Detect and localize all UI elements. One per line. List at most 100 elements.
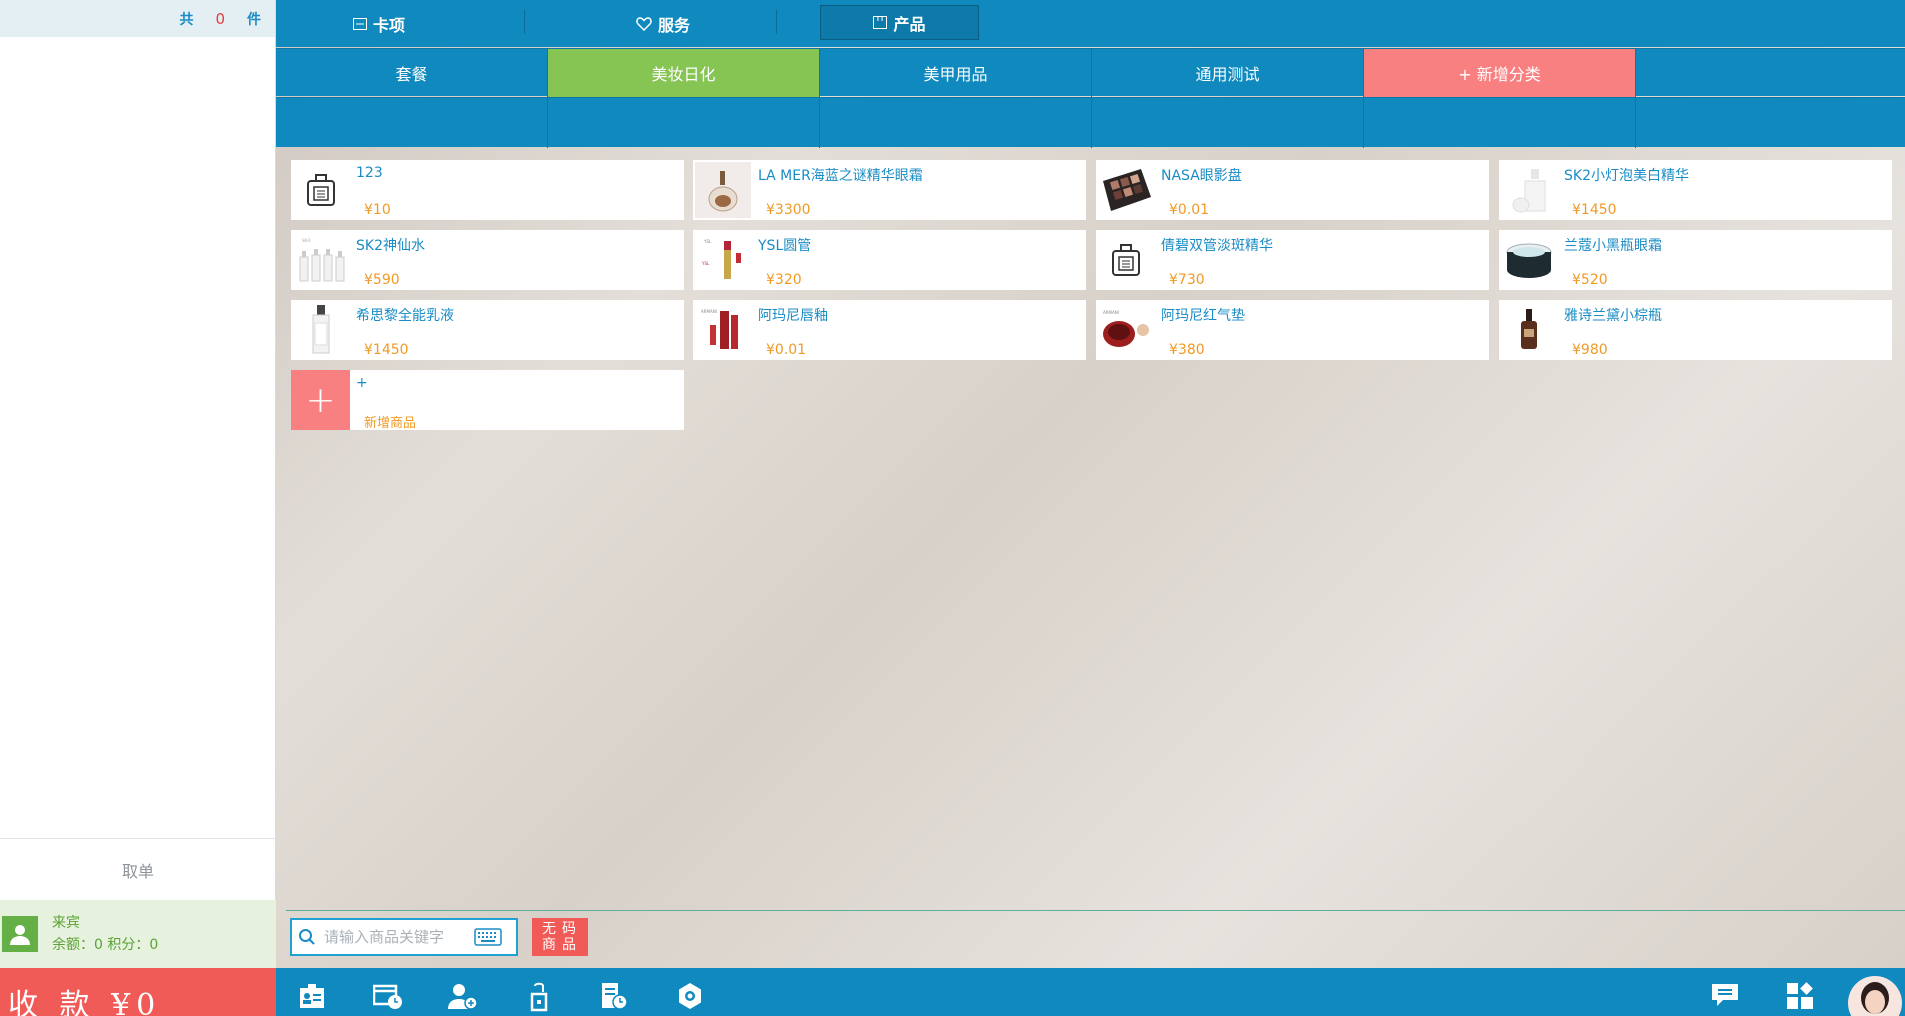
tab-card-label: 卡项 bbox=[372, 15, 405, 35]
no-barcode-product-button[interactable]: 无码商品 bbox=[532, 918, 588, 956]
product-name: 倩碧双管淡斑精华 bbox=[1161, 238, 1273, 254]
svg-text:SK-II: SK-II bbox=[302, 238, 311, 243]
category-tongyong[interactable]: 通用测试 bbox=[1092, 49, 1364, 97]
keyboard-icon[interactable] bbox=[474, 928, 502, 946]
main-area: 卡项 服务 产品 套餐 美妆日化 美甲用品 通用测试 + 新增分类 123 ¥1 bbox=[276, 0, 1905, 1016]
subcategory-bar bbox=[276, 97, 1905, 148]
product-card[interactable]: 兰蔻小黑瓶眼霜 ¥520 bbox=[1499, 230, 1892, 290]
tab-product[interactable]: 产品 bbox=[820, 5, 979, 40]
svg-text:ARMANI: ARMANI bbox=[1103, 310, 1119, 315]
brown-bottle-image bbox=[1501, 302, 1557, 358]
perfume-bottle-icon bbox=[1098, 232, 1154, 288]
top-tabs: 卡项 服务 产品 bbox=[276, 0, 1905, 47]
product-card[interactable]: ARMANI 阿玛尼唇釉 ¥0.01 bbox=[693, 300, 1086, 360]
add-category-button[interactable]: + 新增分类 bbox=[1364, 49, 1636, 97]
add-product-card[interactable]: + + 新增商品 bbox=[291, 370, 684, 431]
category-taocan[interactable]: 套餐 bbox=[276, 49, 548, 97]
subcategory-slot[interactable] bbox=[276, 98, 548, 148]
product-price: ¥730 bbox=[1169, 272, 1205, 288]
product-name: 雅诗兰黛小棕瓶 bbox=[1564, 308, 1662, 324]
add-member-icon[interactable] bbox=[446, 982, 480, 1016]
category-bar: 套餐 美妆日化 美甲用品 通用测试 + 新增分类 bbox=[276, 48, 1905, 97]
essence-bottles-image: SK-II bbox=[293, 232, 349, 288]
pay-button[interactable]: 收 款 ¥0 bbox=[0, 968, 276, 1016]
product-price: ¥0.01 bbox=[1169, 202, 1210, 218]
tag-icon[interactable] bbox=[522, 982, 556, 1016]
product-price: ¥1450 bbox=[364, 342, 409, 358]
search-icon bbox=[299, 929, 315, 945]
member-avatar-icon bbox=[2, 916, 38, 952]
product-card[interactable]: SK2小灯泡美白精华 ¥1450 bbox=[1499, 160, 1892, 220]
member-text: 来宾 余额：0 积分：0 bbox=[52, 912, 158, 956]
bottom-toolbar bbox=[276, 968, 1905, 1016]
perfume-bottle-icon bbox=[293, 162, 349, 218]
product-name: 阿玛尼红气垫 bbox=[1161, 308, 1245, 324]
product-card[interactable]: 雅诗兰黛小棕瓶 ¥980 bbox=[1499, 300, 1892, 360]
product-card[interactable]: SK-II SK2神仙水 ¥590 bbox=[291, 230, 684, 290]
product-price: ¥380 bbox=[1169, 342, 1205, 358]
product-price: ¥10 bbox=[364, 202, 391, 218]
product-card[interactable]: 倩碧双管淡斑精华 ¥730 bbox=[1096, 230, 1489, 290]
product-card[interactable]: YSL YSL YSL圆管 ¥320 bbox=[693, 230, 1086, 290]
lipstick-image: YSL YSL bbox=[695, 232, 751, 288]
message-icon[interactable] bbox=[1708, 982, 1742, 1016]
product-name: 阿玛尼唇釉 bbox=[758, 308, 828, 324]
product-price: ¥980 bbox=[1572, 342, 1608, 358]
product-card[interactable]: LA MER海蓝之谜精华眼霜 ¥3300 bbox=[693, 160, 1086, 220]
cart-count: 0 bbox=[215, 9, 225, 28]
product-name: LA MER海蓝之谜精华眼霜 bbox=[758, 168, 923, 184]
add-product-plus: + bbox=[356, 375, 368, 391]
product-price: ¥320 bbox=[766, 272, 802, 288]
calendar-clock-icon[interactable] bbox=[371, 982, 405, 1016]
product-card[interactable]: 希思黎全能乳液 ¥1450 bbox=[291, 300, 684, 360]
tab-service-label: 服务 bbox=[657, 15, 690, 35]
eye-cream-jar-image bbox=[1501, 232, 1557, 288]
subcategory-slot[interactable] bbox=[548, 98, 820, 148]
search-input[interactable] bbox=[324, 928, 474, 946]
svg-text:ARMANI: ARMANI bbox=[701, 309, 717, 314]
tab-card[interactable]: 卡项 bbox=[276, 0, 482, 47]
search-box[interactable] bbox=[290, 918, 518, 956]
box-icon bbox=[873, 16, 888, 29]
subcategory-slot[interactable] bbox=[1092, 98, 1364, 148]
search-divider bbox=[286, 910, 1905, 911]
subcategory-slot[interactable] bbox=[820, 98, 1092, 148]
product-card[interactable]: ARMANI 阿玛尼红气垫 ¥380 bbox=[1096, 300, 1489, 360]
plus-icon: + bbox=[291, 370, 350, 430]
product-name: YSL圆管 bbox=[758, 238, 812, 254]
document-clock-icon[interactable] bbox=[597, 982, 631, 1016]
product-price: ¥590 bbox=[364, 272, 400, 288]
user-avatar[interactable] bbox=[1848, 976, 1902, 1016]
member-card-icon[interactable] bbox=[295, 982, 329, 1016]
cancel-order-button[interactable]: 取单 bbox=[0, 838, 276, 900]
settings-icon[interactable] bbox=[673, 982, 707, 1016]
product-name: SK2神仙水 bbox=[356, 238, 425, 254]
category-meijia[interactable]: 美甲用品 bbox=[820, 49, 1092, 97]
product-price: ¥3300 bbox=[766, 202, 811, 218]
subcategory-slot[interactable] bbox=[1636, 98, 1905, 148]
category-meizhuang[interactable]: 美妆日化 bbox=[548, 49, 820, 97]
serum-bottle-image bbox=[1501, 162, 1557, 218]
subcategory-slot[interactable] bbox=[1364, 98, 1636, 148]
lip-gloss-image: ARMANI bbox=[695, 302, 751, 358]
product-name: 123 bbox=[356, 165, 383, 181]
cart-unit: 件 bbox=[247, 11, 261, 28]
product-name: NASA眼影盘 bbox=[1161, 168, 1242, 184]
product-card[interactable]: NASA眼影盘 ¥0.01 bbox=[1096, 160, 1489, 220]
cart-panel: 共 0 件 取单 来宾 余额：0 积分：0 收 款 ¥0 bbox=[0, 0, 276, 1016]
product-price: ¥1450 bbox=[1572, 202, 1617, 218]
member-name: 来宾 bbox=[52, 915, 80, 931]
cream-jar-image bbox=[695, 162, 751, 218]
tab-service[interactable]: 服务 bbox=[526, 0, 800, 47]
product-price: ¥0.01 bbox=[766, 342, 807, 358]
product-name: 希思黎全能乳液 bbox=[356, 308, 454, 324]
member-balance: 余额：0 积分：0 bbox=[52, 937, 159, 953]
card-icon bbox=[352, 17, 367, 30]
apps-icon[interactable] bbox=[1783, 982, 1817, 1016]
member-info[interactable]: 来宾 余额：0 积分：0 bbox=[0, 900, 276, 968]
svg-text:YSL: YSL bbox=[701, 261, 710, 266]
cart-total-prefix: 共 bbox=[179, 11, 194, 28]
product-card[interactable]: 123 ¥10 bbox=[291, 160, 684, 220]
cart-count-bar: 共 0 件 bbox=[0, 0, 275, 37]
product-name: 兰蔻小黑瓶眼霜 bbox=[1564, 238, 1662, 254]
